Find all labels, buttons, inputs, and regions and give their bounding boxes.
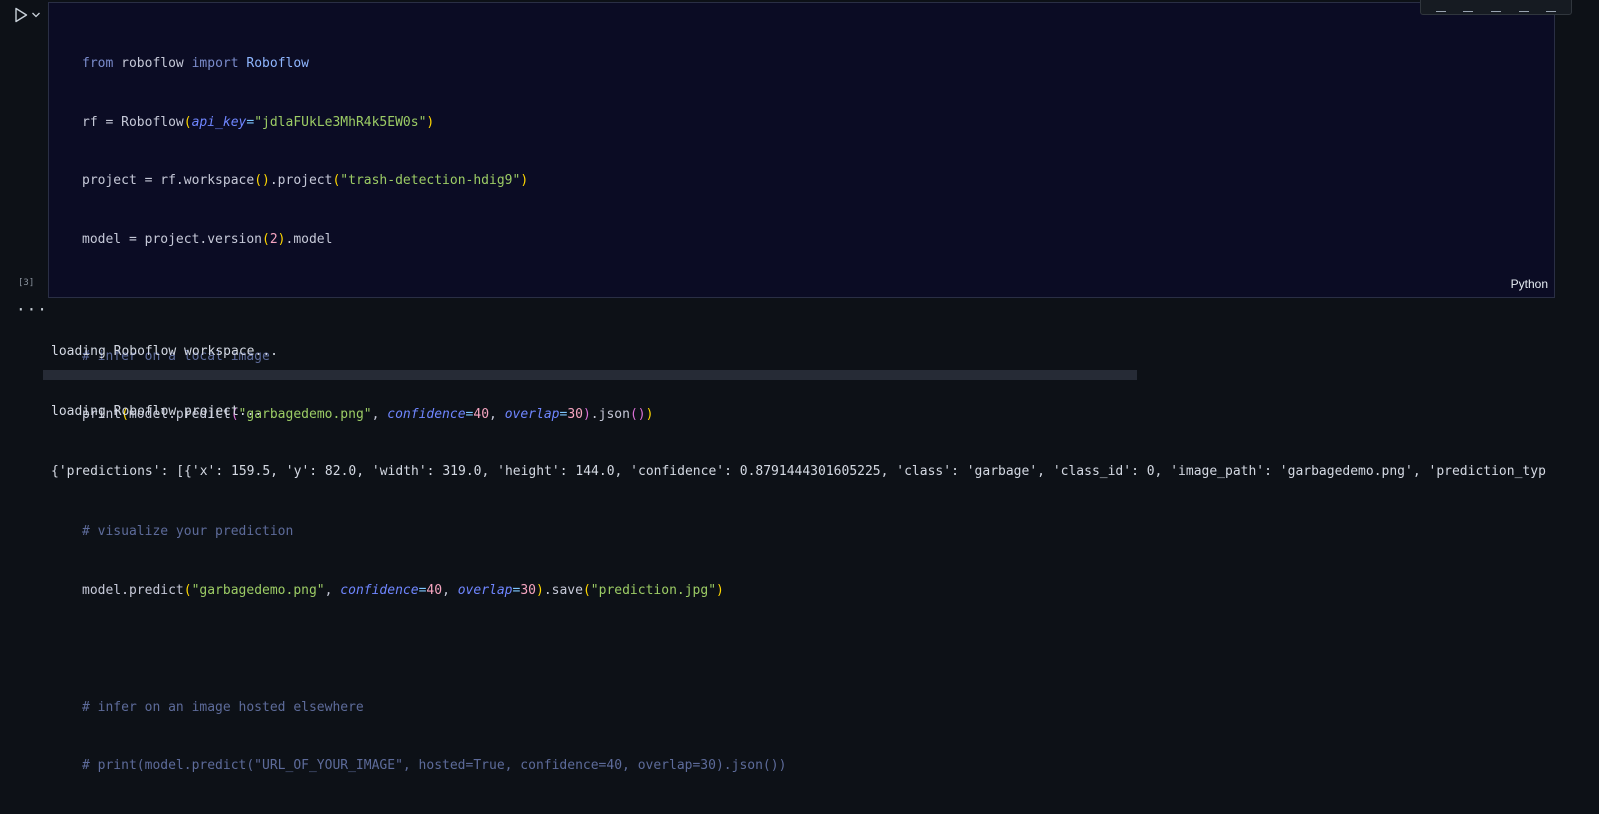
- language-indicator[interactable]: Python: [1511, 277, 1548, 291]
- chevron-down-icon[interactable]: [31, 10, 41, 20]
- toolbar-button[interactable]: [1546, 8, 1557, 12]
- code-line: model.predict("garbagedemo.png", confide…: [82, 582, 724, 598]
- horizontal-scrollbar[interactable]: [43, 370, 1137, 380]
- output-more-actions[interactable]: ···: [16, 300, 48, 319]
- output-line: loading Roboflow workspace...: [51, 344, 278, 359]
- output-line: loading Roboflow project...: [51, 404, 263, 419]
- output-text: loading Roboflow workspace... loading Ro…: [51, 302, 1551, 522]
- toolbar-button[interactable]: [1435, 8, 1446, 12]
- execution-count: [3]: [18, 278, 35, 288]
- cell-toolbar: [1420, 0, 1572, 15]
- code-line: model = project.version(2).model: [82, 231, 333, 247]
- play-icon[interactable]: [14, 7, 28, 23]
- toolbar-button[interactable]: [1490, 8, 1501, 12]
- code-line: rf = Roboflow(api_key="jdlaFUkLe3MhR4k5E…: [82, 114, 435, 130]
- code-comment: # visualize your prediction: [82, 524, 294, 539]
- output-line: {'predictions': [{'x': 159.5, 'y': 82.0,…: [51, 464, 1546, 479]
- toolbar-button[interactable]: [1463, 8, 1474, 12]
- cell-run-controls: [14, 6, 48, 24]
- code-line: project = rf.workspace().project("trash-…: [82, 173, 529, 188]
- notebook-cell: [3] from roboflow import Roboflow rf = R…: [4, 0, 1594, 773]
- code-comment: # infer on an image hosted elsewhere: [82, 699, 364, 715]
- code-comment: # print(model.predict("URL_OF_YOUR_IMAGE…: [82, 758, 787, 773]
- code-editor[interactable]: from roboflow import Roboflow rf = Robof…: [48, 0, 1572, 773]
- toolbar-button[interactable]: [1518, 8, 1529, 12]
- code-line: from roboflow import Roboflow: [82, 56, 310, 71]
